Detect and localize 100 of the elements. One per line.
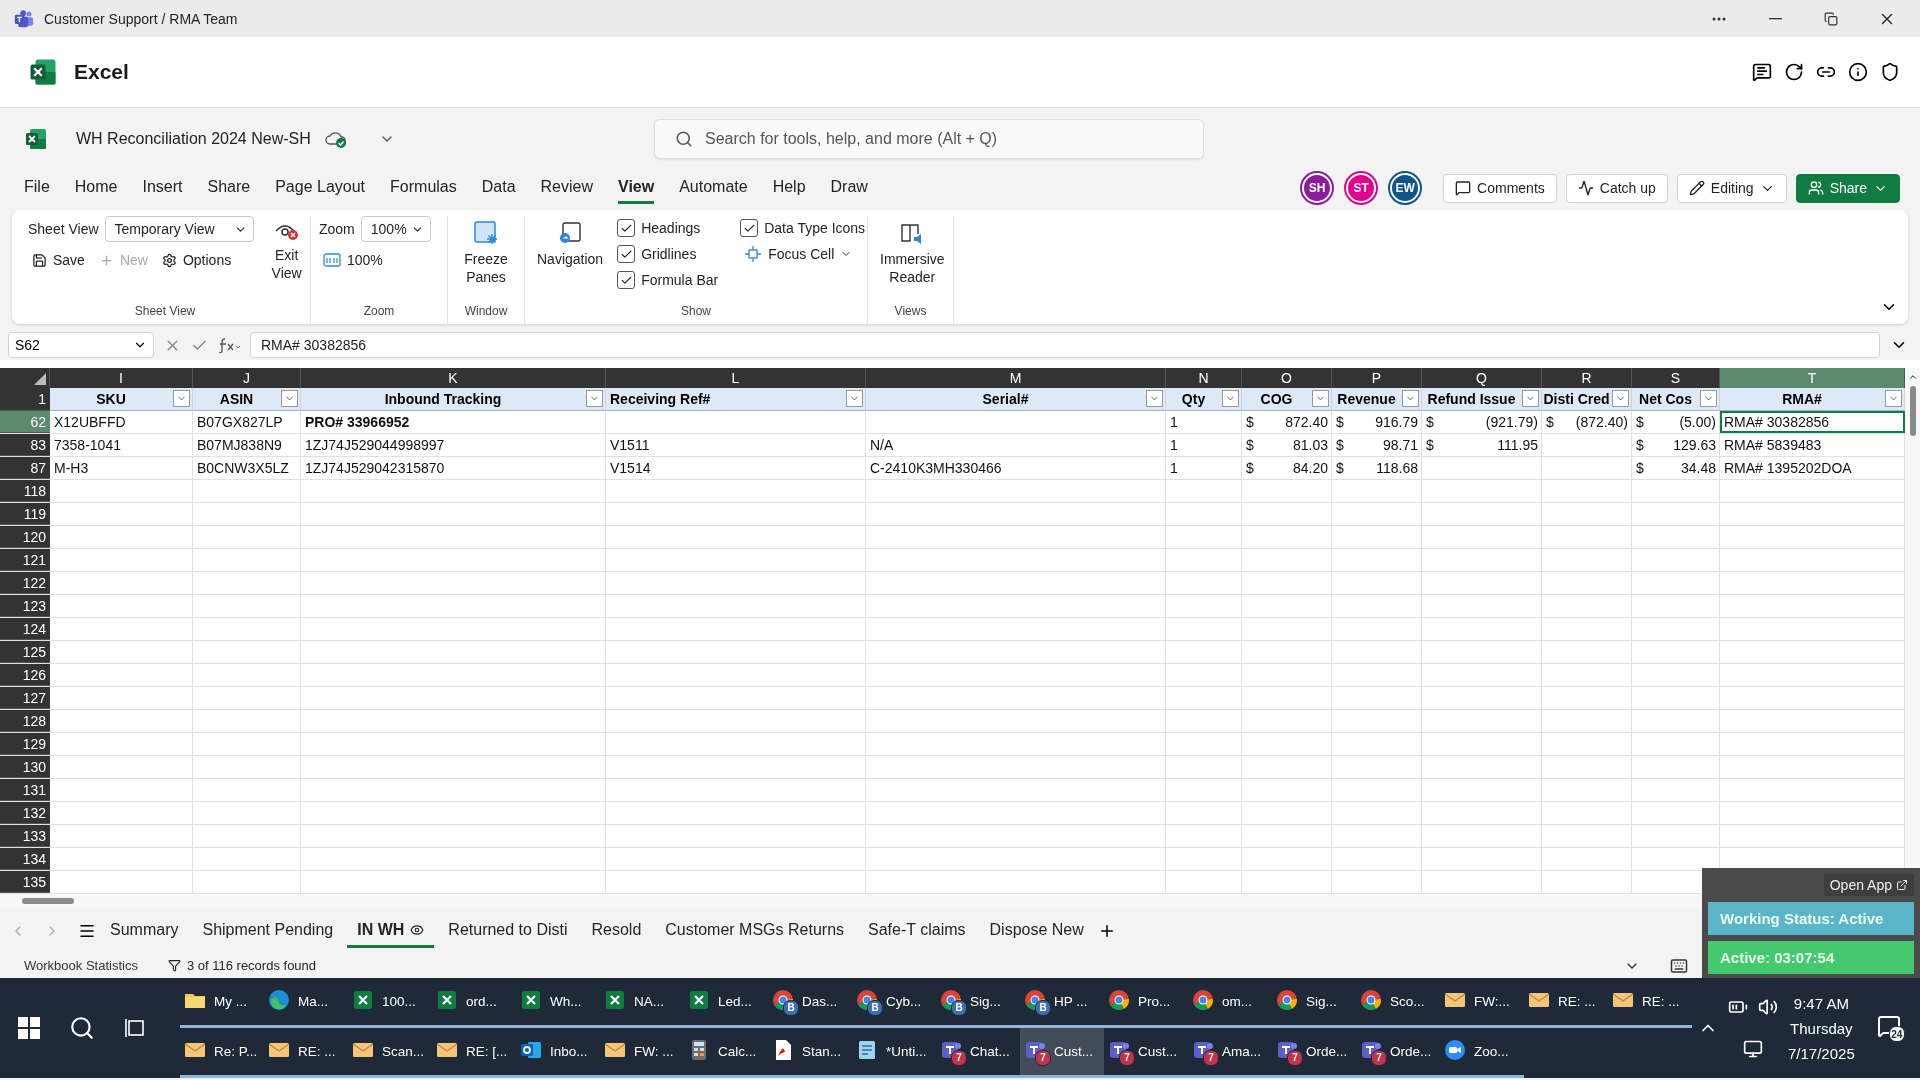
- freeze-panes-button[interactable]: Freeze Panes: [456, 216, 516, 304]
- sheet-tab[interactable]: Returned to Disti: [438, 913, 578, 948]
- taskbar-item[interactable]: 7 Cust...: [1104, 1028, 1188, 1078]
- taskbar-item[interactable]: Sco...: [1356, 978, 1440, 1028]
- row-header[interactable]: 134: [0, 848, 50, 870]
- row-header[interactable]: 122: [0, 572, 50, 594]
- row-header[interactable]: 132: [0, 802, 50, 824]
- taskbar-item[interactable]: Sig...: [1272, 978, 1356, 1028]
- taskbar-item[interactable]: Ma...: [264, 978, 348, 1028]
- share-button[interactable]: Share: [1795, 173, 1900, 203]
- sheet-tab[interactable]: Safe-T claims: [858, 913, 976, 948]
- user-avatar[interactable]: ST: [1346, 173, 1377, 203]
- column-header[interactable]: P: [1332, 368, 1422, 388]
- select-all-icon[interactable]: [34, 373, 46, 385]
- menu-tab[interactable]: Formulas: [390, 172, 457, 204]
- taskbar-item[interactable]: FW:...: [1440, 978, 1524, 1028]
- task-view-icon[interactable]: [123, 1017, 146, 1039]
- taskbar-item[interactable]: om...: [1188, 978, 1272, 1028]
- row-header[interactable]: 83: [0, 434, 50, 456]
- sheet-tab[interactable]: Summary: [100, 913, 189, 948]
- taskbar-item[interactable]: RE: ...: [1524, 978, 1608, 1028]
- filter-button[interactable]: [1402, 390, 1419, 407]
- row-header[interactable]: 126: [0, 664, 50, 686]
- row-header[interactable]: 121: [0, 549, 50, 571]
- taskbar-item[interactable]: Pro...: [1104, 978, 1188, 1028]
- exit-view-button[interactable]: Exit View: [267, 216, 306, 304]
- search-field[interactable]: Search for tools, help, and more (Alt + Q): [654, 119, 1204, 159]
- menu-tab[interactable]: Page Layout: [275, 172, 366, 204]
- column-header[interactable]: K: [301, 368, 606, 388]
- row-header[interactable]: 118: [0, 480, 50, 502]
- immersive-reader-button[interactable]: Immersive Reader: [876, 216, 949, 304]
- comments-button[interactable]: Comments: [1443, 173, 1557, 203]
- editing-button[interactable]: Editing: [1676, 173, 1787, 203]
- filter-button[interactable]: [586, 390, 603, 407]
- taskbar-item[interactable]: ord...: [432, 978, 516, 1028]
- row-header[interactable]: 62: [0, 411, 50, 433]
- filter-button[interactable]: [1612, 390, 1629, 407]
- filter-button[interactable]: [1522, 390, 1539, 407]
- search-icon[interactable]: [69, 1015, 95, 1041]
- catchup-button[interactable]: Catch up: [1565, 173, 1668, 203]
- chat-icon[interactable]: [1752, 62, 1772, 82]
- row-header[interactable]: 131: [0, 779, 50, 801]
- taskbar-item[interactable]: Scan...: [348, 1028, 432, 1078]
- filter-button[interactable]: [1222, 390, 1239, 407]
- info-icon[interactable]: [1848, 62, 1868, 82]
- taskbar-item[interactable]: FW: ...: [600, 1028, 684, 1078]
- function-icon[interactable]: [218, 337, 240, 353]
- row-header[interactable]: 123: [0, 595, 50, 617]
- document-title[interactable]: WH Reconciliation 2024 New-SH: [76, 130, 311, 148]
- taskbar-item[interactable]: B Das...: [768, 978, 852, 1028]
- checkbox[interactable]: [740, 219, 759, 237]
- column-header[interactable]: I: [50, 368, 193, 388]
- taskbar-item[interactable]: B Sig...: [936, 978, 1020, 1028]
- row-header[interactable]: 119: [0, 503, 50, 525]
- taskbar-item[interactable]: 7 Cust...: [1020, 1028, 1104, 1078]
- taskbar-item[interactable]: Led...: [684, 978, 768, 1028]
- taskbar-item[interactable]: 7 Orde...: [1356, 1028, 1440, 1078]
- taskbar-item[interactable]: Inbo...: [516, 1028, 600, 1078]
- zoom-dropdown[interactable]: 100%: [360, 216, 431, 242]
- menu-tab[interactable]: Automate: [679, 172, 748, 204]
- row-header[interactable]: 129: [0, 733, 50, 755]
- row-header[interactable]: 127: [0, 687, 50, 709]
- menu-tab[interactable]: Data: [481, 172, 516, 204]
- name-box[interactable]: S62: [8, 332, 154, 358]
- user-avatar[interactable]: EW: [1390, 173, 1421, 203]
- options-button[interactable]: Options: [157, 250, 236, 270]
- column-header[interactable]: T: [1720, 368, 1905, 388]
- filter-button[interactable]: [1700, 390, 1717, 407]
- menu-tab[interactable]: Draw: [830, 172, 868, 204]
- menu-tab[interactable]: Help: [772, 172, 806, 204]
- taskbar-item[interactable]: Re: P...: [180, 1028, 264, 1078]
- navigation-button[interactable]: Navigation: [533, 216, 608, 304]
- taskbar-item[interactable]: RE: [...: [432, 1028, 516, 1078]
- taskbar-item[interactable]: NA...: [600, 978, 684, 1028]
- column-header[interactable]: N: [1166, 368, 1242, 388]
- taskbar-item[interactable]: RE: ...: [264, 1028, 348, 1078]
- row-header[interactable]: 125: [0, 641, 50, 663]
- menu-tab[interactable]: Review: [540, 172, 593, 204]
- shield-icon[interactable]: [1880, 62, 1900, 82]
- keyboard-icon[interactable]: [1670, 956, 1688, 975]
- menu-tab[interactable]: File: [24, 172, 50, 204]
- row-header[interactable]: 128: [0, 710, 50, 732]
- taskbar-item[interactable]: Stan...: [768, 1028, 852, 1078]
- menu-tab[interactable]: Share: [207, 172, 251, 204]
- row-header[interactable]: 133: [0, 825, 50, 847]
- taskbar-item[interactable]: Calc...: [684, 1028, 768, 1078]
- row-header[interactable]: 135: [0, 871, 50, 893]
- taskbar-item[interactable]: *Unti...: [852, 1028, 936, 1078]
- formula-field[interactable]: RMA# 30382856: [250, 332, 1880, 358]
- filter-button[interactable]: [1885, 390, 1902, 407]
- menu-tab[interactable]: Home: [74, 172, 118, 204]
- taskbar-item[interactable]: My ...: [180, 978, 264, 1028]
- taskbar-item[interactable]: 7 Chat...: [936, 1028, 1020, 1078]
- taskbar-item[interactable]: 100...: [348, 978, 432, 1028]
- column-header[interactable]: M: [866, 368, 1166, 388]
- taskbar-item[interactable]: 7 Ama...: [1188, 1028, 1272, 1078]
- focus-cell-button[interactable]: Focus Cell: [740, 243, 866, 265]
- sheet-tab[interactable]: Dispose New: [979, 913, 1094, 948]
- refresh-icon[interactable]: [1784, 62, 1804, 82]
- menu-tab[interactable]: Insert: [142, 172, 183, 204]
